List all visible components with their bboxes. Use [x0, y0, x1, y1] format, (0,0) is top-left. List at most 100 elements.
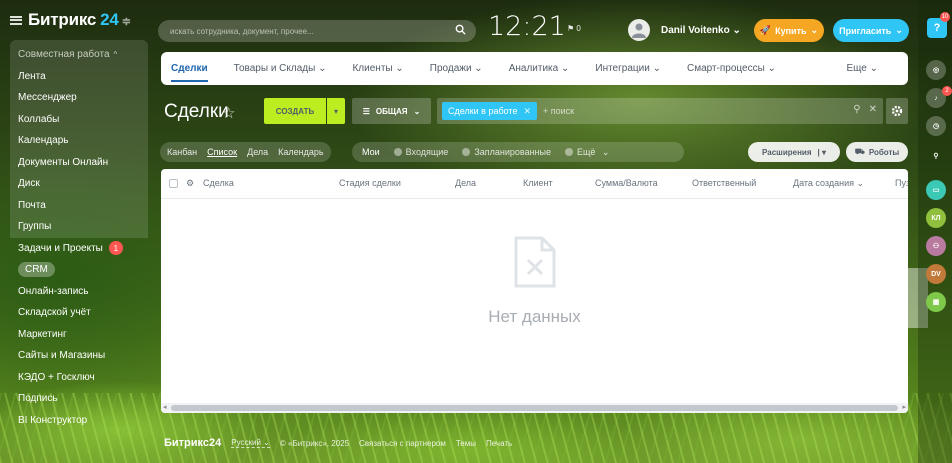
column-activities[interactable]: Дела — [455, 178, 476, 188]
chat-icon[interactable]: ▭ — [926, 180, 946, 200]
tab-sales[interactable]: Продажи ⌄ — [430, 52, 483, 85]
user-avatar[interactable] — [628, 19, 650, 41]
sidebar-menu: Совместная работа ^ Лента Мессенджер Колл… — [0, 40, 152, 431]
filter-lines-icon: ☰ — [362, 106, 370, 116]
sidebar-item-docs[interactable]: Документы Онлайн — [10, 152, 148, 174]
view-kanban[interactable]: Канбан — [167, 147, 197, 157]
crm-tabs: Сделки Товары и Склады ⌄ Клиенты ⌄ Прода… — [161, 52, 908, 85]
filter-input[interactable] — [543, 106, 844, 116]
apps-icon[interactable]: ▦ — [926, 292, 946, 312]
tab-products[interactable]: Товары и Склады ⌄ — [234, 52, 327, 85]
sidebar-item-marketing[interactable]: Маркетинг — [0, 324, 152, 346]
avatar-kl[interactable]: КЛ — [926, 208, 946, 228]
avatar-dv[interactable]: DV — [926, 264, 946, 284]
sidebar-item-warehouse[interactable]: Складской учёт — [0, 302, 152, 324]
sidebar-item-feed[interactable]: Лента — [10, 66, 148, 88]
support-link[interactable]: Связаться с партнером — [359, 439, 446, 448]
column-stage[interactable]: Стадия сделки — [339, 178, 401, 188]
menu-group-collaboration: Совместная работа ^ Лента Мессенджер Колл… — [10, 40, 148, 238]
sidebar-item-booking[interactable]: Онлайн-запись — [0, 281, 152, 303]
sidebar-item-tasks[interactable]: Задачи и Проекты 1 — [0, 238, 152, 260]
category-button[interactable]: ☰ ОБЩАЯ ⌄ — [352, 98, 431, 124]
scroll-left-icon[interactable]: ◂ — [163, 403, 167, 411]
search-input[interactable] — [170, 26, 440, 36]
settings-button[interactable] — [886, 98, 908, 124]
scrollbar-thumb[interactable] — [171, 405, 898, 411]
remove-filter-icon[interactable]: ✕ — [523, 106, 531, 117]
create-menu-chevron-icon[interactable]: ▾ — [327, 98, 345, 124]
extensions-button[interactable]: Расширения | ▾ — [748, 142, 840, 162]
sidebar-item-sites[interactable]: Сайты и Магазины — [0, 345, 152, 367]
sidebar-item-kedo[interactable]: КЭДО + Госключ — [0, 367, 152, 389]
buy-button[interactable]: 🚀 Купить ⌄ — [754, 19, 824, 42]
invite-button[interactable]: Пригласить ⌄ — [833, 19, 909, 42]
user-name[interactable]: Danil Voitenko ⌄ — [661, 25, 741, 36]
select-all-checkbox[interactable] — [169, 179, 178, 188]
tasks-badge: 1 — [108, 241, 123, 256]
sidebar-item-calendar[interactable]: Календарь — [10, 130, 148, 152]
column-deal[interactable]: Сделка — [203, 178, 234, 188]
print-link[interactable]: Печать — [486, 439, 512, 448]
counter-incoming[interactable]: Входящие — [393, 147, 448, 157]
column-responsible[interactable]: Ответственный — [692, 178, 756, 188]
favorite-star-icon[interactable]: ☆ — [222, 104, 235, 122]
empty-state: Нет данных — [161, 235, 908, 327]
global-search — [158, 20, 476, 42]
clock[interactable]: 12:21 — [488, 11, 566, 42]
search-icon[interactable]: ⚲ — [853, 104, 860, 115]
counter-more[interactable]: Ещё ⌄ — [565, 147, 609, 158]
sidebar-item-messenger[interactable]: Мессенджер — [10, 87, 148, 109]
menu-burger-icon[interactable] — [10, 15, 22, 25]
filter-chip[interactable]: Сделки в работе ✕ — [442, 102, 538, 120]
top-header: 12:21 ⚑ 0 Danil Voitenko ⌄ 🚀Купить⌄ Приг… — [152, 0, 912, 46]
column-amount[interactable]: Сумма/Валюта — [595, 178, 658, 188]
view-list[interactable]: Список — [207, 147, 237, 157]
sidebar-item-sign[interactable]: Подпись — [0, 388, 152, 410]
column-client[interactable]: Клиент — [523, 178, 553, 188]
bitrix-logo[interactable]: Битрикс 24 ≑ — [28, 10, 131, 30]
group-avatar-icon[interactable]: ⚇ — [926, 236, 946, 256]
left-sidebar: Битрикс 24 ≑ Совместная работа ^ Лента Месс… — [0, 0, 152, 463]
filter-icons: ⚲ ✕ — [853, 104, 877, 115]
timer-icon[interactable]: ◷ — [926, 116, 946, 136]
search-icon[interactable]: ⚲ — [926, 146, 946, 166]
tab-clients[interactable]: Клиенты ⌄ — [352, 52, 403, 85]
themes-link[interactable]: Темы — [456, 439, 476, 448]
create-button[interactable]: СОЗДАТЬ — [264, 98, 326, 124]
help-badge: 10 — [940, 12, 950, 22]
column-cut[interactable]: Пуз — [895, 178, 908, 188]
tab-analytics[interactable]: Аналитика ⌄ — [509, 52, 570, 85]
grid-settings-gear-icon[interactable]: ⚙ — [186, 178, 194, 189]
tab-smart-processes[interactable]: Смарт-процессы ⌄ — [687, 52, 776, 85]
view-activities[interactable]: Дела — [247, 147, 268, 157]
right-rail: ? 10 ◎ ♪ 2 ◷ ⚲ ▭ КЛ ⚇ DV ▦ — [918, 0, 952, 463]
column-created[interactable]: Дата создания ⌄ — [793, 178, 864, 189]
tab-integrations[interactable]: Интеграции ⌄ — [595, 52, 661, 85]
flag-counter[interactable]: ⚑ 0 — [567, 24, 581, 33]
sidebar-item-collabs[interactable]: Коллабы — [10, 109, 148, 131]
user-icon — [632, 23, 646, 38]
language-selector[interactable]: Русский ⌄ — [231, 438, 270, 448]
chevron-right-icon — [895, 291, 904, 305]
tab-more[interactable]: Еще ⌄ — [846, 52, 878, 85]
notifications-badge: 2 — [942, 86, 952, 96]
counter-mine[interactable]: Мои — [362, 147, 380, 157]
sidebar-item-crm[interactable]: CRM — [0, 259, 152, 281]
search-icon[interactable] — [455, 24, 466, 35]
settings-circle-icon[interactable]: ◎ — [926, 60, 946, 80]
horizontal-scrollbar[interactable]: ◂ ▸ — [161, 403, 908, 413]
copyright: © «Битрикс», 2025 — [279, 438, 350, 448]
sidebar-item-bi[interactable]: BI Конструктор — [0, 410, 152, 432]
clear-icon[interactable]: ✕ — [869, 104, 877, 115]
counter-planned[interactable]: Запланированные — [462, 147, 551, 157]
view-calendar[interactable]: Календарь — [278, 147, 323, 157]
page-title: Сделки — [164, 101, 229, 122]
menu-group-header[interactable]: Совместная работа ^ — [10, 44, 148, 66]
cloud-icon: ≑ — [121, 16, 131, 28]
tab-deals[interactable]: Сделки — [171, 52, 208, 85]
sidebar-item-disk[interactable]: Диск — [10, 173, 148, 195]
robots-button[interactable]: ⛟ Роботы — [846, 142, 908, 162]
sidebar-item-mail[interactable]: Почта — [10, 195, 148, 217]
scroll-right-icon[interactable]: ▸ — [902, 403, 906, 411]
sidebar-item-groups[interactable]: Группы — [10, 216, 148, 238]
